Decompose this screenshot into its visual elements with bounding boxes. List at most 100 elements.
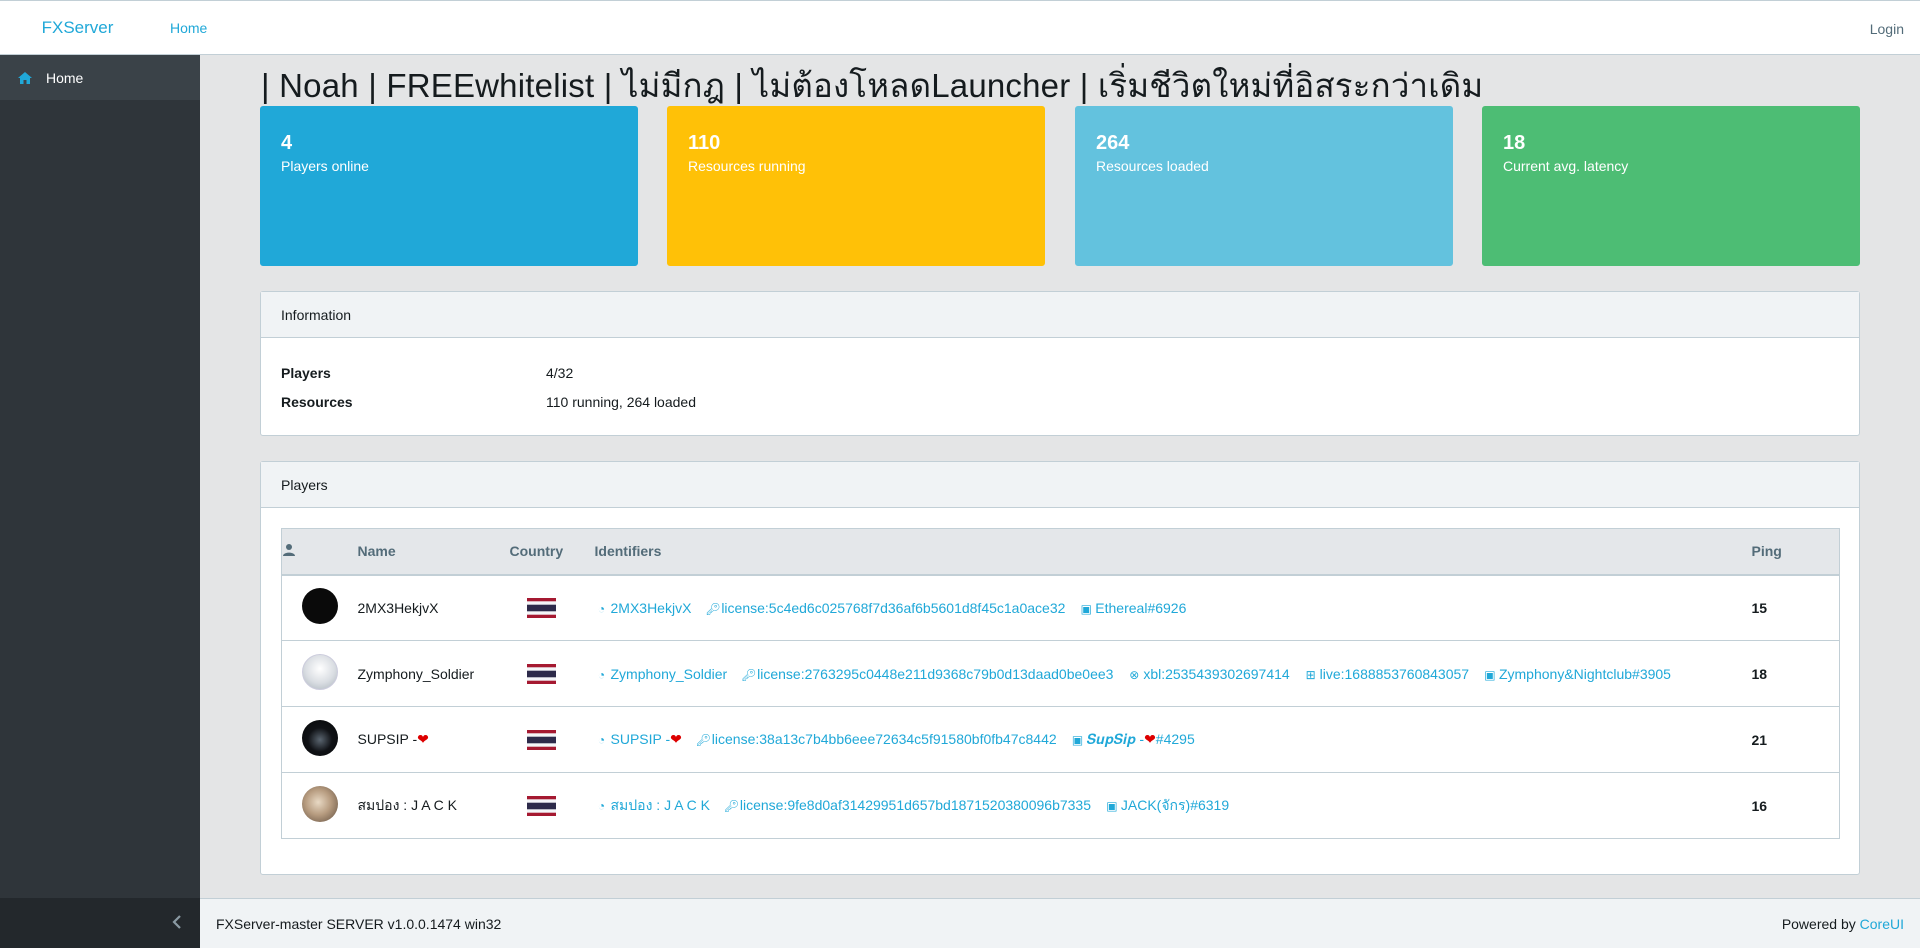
main-content: | Noah | FREEwhitelist | ไม่มีกฎ | ไม่ต้… (200, 55, 1920, 898)
home-icon (16, 69, 34, 87)
key-icon: 🔑︎ (695, 733, 712, 747)
identifier-steam[interactable]: ◔ 2MX3HekjvX (595, 600, 692, 616)
identifier-steam[interactable]: ◔ SUPSIP -❤ (595, 731, 682, 747)
windows-icon: ⊞ (1305, 667, 1316, 682)
steam-icon: ◔ (597, 798, 606, 813)
app-header: FXServer Home Login (0, 0, 1920, 55)
steam-icon: ◔ (597, 667, 606, 682)
identifier-discord[interactable]: ▣ 𝑺𝒖𝒑𝑺𝒊𝒑 -❤#4295 (1071, 731, 1195, 747)
key-icon: 🔑︎ (723, 798, 740, 813)
identifier-xbox[interactable]: ⊗ xbl:2535439302697414 (1127, 666, 1289, 682)
players-panel: Players Name Country Identifiers Ping 2M… (260, 461, 1860, 875)
discord-icon: ▣ (1106, 798, 1118, 813)
table-row[interactable]: 2MX3HekjvX ◔ 2MX3HekjvX 🔑︎license:5c4ed6c… (281, 574, 1840, 641)
player-name: สมปอง : J A C K (357, 772, 510, 839)
identifiers-cell: ◔ สมปอง : J A C K 🔑︎license:9fe8d0af31429… (594, 772, 1752, 839)
ping-column-header[interactable]: Ping (1751, 528, 1840, 576)
identifiers-cell: ◔ Zymphony_Soldier 🔑︎license:2763295c0448… (594, 640, 1752, 707)
players-table: Name Country Identifiers Ping 2MX3HekjvX… (281, 528, 1840, 839)
info-value: 4/32 (546, 364, 574, 381)
sidebar-item-home[interactable]: Home (0, 55, 200, 100)
stat-value: 4 (281, 132, 293, 154)
stat-card-resources-loaded: 264 Resources loaded (1075, 106, 1453, 266)
user-icon (282, 543, 296, 560)
identifier-steam[interactable]: ◔ Zymphony_Soldier (595, 666, 727, 682)
key-icon: 🔑︎ (741, 667, 757, 682)
heart-icon: ❤ (670, 731, 682, 747)
thailand-flag-icon (526, 729, 556, 750)
stat-label: Current avg. latency (1503, 158, 1629, 174)
identifier-discord[interactable]: ▣ Zymphony&Nightclub#3905 (1483, 666, 1671, 682)
sidebar: Home (0, 55, 200, 948)
steam-icon: ◔ (597, 733, 606, 747)
identifier-steam[interactable]: ◔ สมปอง : J A C K (595, 797, 710, 813)
information-panel: Information Players 4/32 Resources 110 r… (260, 291, 1860, 436)
player-name: Zymphony_Soldier (357, 640, 510, 707)
avatar-column-header (281, 528, 358, 576)
information-panel-title: Information (261, 292, 1859, 338)
stat-label: Players online (281, 158, 369, 174)
avatar (301, 720, 338, 756)
xbox-icon: ⊗ (1129, 667, 1140, 682)
avatar (301, 588, 338, 625)
player-ping: 15 (1751, 574, 1840, 641)
chevron-left-icon (172, 910, 182, 936)
table-row[interactable]: สมปอง : J A C K ◔ สมปอง : J A C K 🔑︎licen… (281, 772, 1840, 839)
info-key: Players (281, 364, 331, 381)
name-column-header[interactable]: Name (357, 528, 510, 576)
stat-card-resources-running: 110 Resources running (667, 106, 1045, 266)
info-row-resources: Resources 110 running, 264 loaded (281, 387, 1839, 416)
stat-value: 110 (688, 132, 721, 154)
discord-icon: ▣ (1484, 667, 1496, 682)
identifiers-column-header[interactable]: Identifiers (594, 528, 1752, 576)
table-row[interactable]: SUPSIP -❤ ◔ SUPSIP -❤ 🔑︎license:38a13c7b4… (281, 706, 1840, 773)
identifier-license[interactable]: 🔑︎license:9fe8d0af31429951d657bd18715203… (724, 797, 1091, 813)
app-footer: FXServer-master SERVER v1.0.0.1474 win32… (200, 898, 1920, 948)
table-header-row: Name Country Identifiers Ping (281, 528, 1840, 576)
avatar (301, 786, 338, 822)
thailand-flag-icon (526, 795, 556, 816)
stat-label: Resources loaded (1096, 158, 1209, 174)
player-name: 2MX3HekjvX (357, 574, 510, 641)
table-row[interactable]: Zymphony_Soldier ◔ Zymphony_Soldier 🔑︎lic… (281, 640, 1840, 707)
powered-by: Powered by CoreUI (1781, 915, 1904, 932)
stat-value: 18 (1503, 132, 1526, 154)
identifier-discord[interactable]: ▣ Ethereal#6926 (1079, 600, 1187, 616)
page-title: | Noah | FREEwhitelist | ไม่มีกฎ | ไม่ต้… (261, 67, 1484, 104)
player-ping: 16 (1751, 772, 1840, 839)
identifier-license[interactable]: 🔑︎license:5c4ed6c025768f7d36af6b5601d8f4… (705, 600, 1065, 616)
player-ping: 21 (1751, 706, 1840, 773)
identifiers-cell: ◔ 2MX3HekjvX 🔑︎license:5c4ed6c025768f7d36… (594, 574, 1752, 641)
discord-icon: ▣ (1071, 733, 1084, 747)
key-icon: 🔑︎ (705, 601, 721, 616)
player-ping: 18 (1751, 640, 1840, 707)
server-version: FXServer-master SERVER v1.0.0.1474 win32 (216, 915, 502, 932)
stat-cards: 4 Players online 110 Resources running 2… (260, 106, 1860, 266)
discord-icon: ▣ (1080, 601, 1092, 616)
nav-home-link[interactable]: Home (170, 20, 207, 36)
heart-icon: ❤ (417, 731, 429, 747)
heart-icon: ❤ (1144, 731, 1156, 747)
stat-card-avg-latency: 18 Current avg. latency (1482, 106, 1860, 266)
coreui-link[interactable]: CoreUI (1860, 916, 1904, 932)
players-panel-title: Players (261, 462, 1859, 508)
player-name-cell: SUPSIP -❤ (357, 706, 510, 773)
identifier-license[interactable]: 🔑︎license:2763295c0448e211d9368c79b0d13d… (741, 666, 1113, 682)
player-name: SUPSIP - (357, 731, 418, 747)
info-row-players: Players 4/32 (281, 358, 1839, 387)
identifier-license[interactable]: 🔑︎license:38a13c7b4bb6eee72634c5f91580bf… (696, 731, 1057, 747)
stat-value: 264 (1096, 132, 1130, 154)
steam-icon: ◔ (597, 601, 606, 616)
stat-label: Resources running (688, 158, 806, 174)
identifier-discord[interactable]: ▣ JACK(จักร)#6319 (1105, 797, 1229, 813)
brand-logo[interactable]: FXServer (0, 18, 155, 38)
thailand-flag-icon (526, 597, 556, 618)
info-key: Resources (281, 393, 353, 410)
country-column-header[interactable]: Country (509, 528, 595, 576)
sidebar-minimizer[interactable] (0, 898, 200, 948)
avatar (301, 654, 338, 690)
stat-card-players-online: 4 Players online (260, 106, 638, 266)
identifiers-cell: ◔ SUPSIP -❤ 🔑︎license:38a13c7b4bb6eee7263… (594, 706, 1752, 773)
login-link[interactable]: Login (1870, 21, 1904, 37)
identifier-windows-live[interactable]: ⊞ live:1688853760843057 (1304, 666, 1470, 682)
